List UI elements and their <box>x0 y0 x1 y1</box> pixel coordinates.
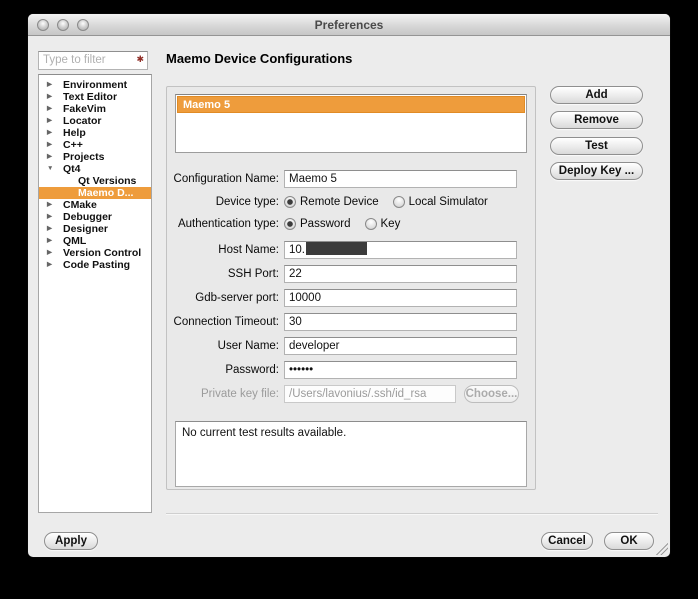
sidebar-item-locator[interactable]: ▶Locator <box>39 115 151 127</box>
chevron-right-icon[interactable]: ▶ <box>47 223 52 235</box>
device-config-group: Maemo 5 Configuration Name: Device type:… <box>166 86 536 490</box>
user-name-label: User Name: <box>167 337 279 355</box>
test-results-box: No current test results available. <box>175 421 527 487</box>
password-input[interactable] <box>284 361 517 379</box>
device-type-radio-group: Remote Device Local Simulator <box>284 195 488 209</box>
radio-unselected-icon[interactable] <box>393 196 405 208</box>
radio-selected-icon[interactable] <box>284 196 296 208</box>
settings-tree: ▶Environment ▶Text Editor ▶FakeVim ▶Loca… <box>38 74 152 513</box>
radio-password[interactable]: Password <box>284 218 351 230</box>
deploy-key-button[interactable]: Deploy Key ... <box>550 162 643 180</box>
chevron-right-icon[interactable]: ▶ <box>47 259 52 271</box>
chevron-right-icon[interactable]: ▶ <box>47 79 52 91</box>
chevron-right-icon[interactable]: ▶ <box>47 151 52 163</box>
device-type-label: Device type: <box>167 195 279 209</box>
sidebar-item-environment[interactable]: ▶Environment <box>39 79 151 91</box>
sidebar-item-debugger[interactable]: ▶Debugger <box>39 211 151 223</box>
sidebar-item-maemo-device[interactable]: Maemo D... <box>39 187 151 199</box>
redaction-box <box>306 242 367 255</box>
sidebar-item-text-editor[interactable]: ▶Text Editor <box>39 91 151 103</box>
add-button[interactable]: Add <box>550 86 643 104</box>
filter-input[interactable] <box>38 51 148 70</box>
host-name-input[interactable]: 10. <box>284 241 517 259</box>
footer-separator <box>166 513 658 514</box>
radio-unselected-icon[interactable] <box>365 218 377 230</box>
choose-file-button[interactable]: Choose... <box>464 385 519 403</box>
chevron-right-icon[interactable]: ▶ <box>47 127 52 139</box>
test-results-text: No current test results available. <box>182 427 346 439</box>
authentication-type-radio-group: Password Key <box>284 217 400 231</box>
gdb-server-port-label: Gdb-server port: <box>167 289 279 307</box>
resize-grip[interactable] <box>656 543 668 555</box>
window-title: Preferences <box>28 18 670 32</box>
sidebar-item-fakevim[interactable]: ▶FakeVim <box>39 103 151 115</box>
titlebar[interactable]: Preferences <box>28 14 670 36</box>
sidebar-item-designer[interactable]: ▶Designer <box>39 223 151 235</box>
sidebar-item-code-pasting[interactable]: ▶Code Pasting <box>39 259 151 271</box>
user-name-input[interactable] <box>284 337 517 355</box>
sidebar-item-help[interactable]: ▶Help <box>39 127 151 139</box>
sidebar-item-cpp[interactable]: ▶C++ <box>39 139 151 151</box>
radio-remote-device[interactable]: Remote Device <box>284 196 379 208</box>
chevron-right-icon[interactable]: ▶ <box>47 103 52 115</box>
radio-local-simulator[interactable]: Local Simulator <box>393 196 488 208</box>
sidebar-item-version-control[interactable]: ▶Version Control <box>39 247 151 259</box>
configuration-name-input[interactable] <box>284 170 517 188</box>
chevron-right-icon[interactable]: ▶ <box>47 211 52 223</box>
ok-button[interactable]: OK <box>604 532 654 550</box>
cancel-button[interactable]: Cancel <box>541 532 593 550</box>
configuration-name-label: Configuration Name: <box>167 170 279 188</box>
sidebar-item-qt-versions[interactable]: Qt Versions <box>39 175 151 187</box>
private-key-file-label: Private key file: <box>167 385 279 403</box>
sidebar-item-qml[interactable]: ▶QML <box>39 235 151 247</box>
sidebar-item-cmake[interactable]: ▶CMake <box>39 199 151 211</box>
host-name-label: Host Name: <box>167 241 279 259</box>
chevron-right-icon[interactable]: ▶ <box>47 235 52 247</box>
sidebar-item-qt4[interactable]: ▼Qt4 <box>39 163 151 175</box>
connection-timeout-label: Connection Timeout: <box>167 313 279 331</box>
remove-button[interactable]: Remove <box>550 111 643 129</box>
connection-timeout-input[interactable] <box>284 313 517 331</box>
ssh-port-label: SSH Port: <box>167 265 279 283</box>
authentication-type-label: Authentication type: <box>167 217 279 231</box>
password-label: Password: <box>167 361 279 379</box>
chevron-down-icon[interactable]: ▼ <box>47 163 53 175</box>
apply-button[interactable]: Apply <box>44 532 98 550</box>
chevron-right-icon[interactable]: ▶ <box>47 91 52 103</box>
radio-selected-icon[interactable] <box>284 218 296 230</box>
test-button[interactable]: Test <box>550 137 643 155</box>
private-key-file-input[interactable] <box>284 385 456 403</box>
filter-options-icon[interactable]: ✱ <box>136 54 144 64</box>
ssh-port-input[interactable] <box>284 265 517 283</box>
device-list: Maemo 5 <box>175 94 527 153</box>
radio-key[interactable]: Key <box>365 218 401 230</box>
chevron-right-icon[interactable]: ▶ <box>47 139 52 151</box>
sidebar-item-projects[interactable]: ▶Projects <box>39 151 151 163</box>
preferences-window: Preferences ✱ ▶Environment ▶Text Editor … <box>28 14 670 557</box>
chevron-right-icon[interactable]: ▶ <box>47 247 52 259</box>
gdb-server-port-input[interactable] <box>284 289 517 307</box>
device-list-item[interactable]: Maemo 5 <box>177 96 525 113</box>
chevron-right-icon[interactable]: ▶ <box>47 115 52 127</box>
page-title: Maemo Device Configurations <box>166 51 352 66</box>
chevron-right-icon[interactable]: ▶ <box>47 199 52 211</box>
